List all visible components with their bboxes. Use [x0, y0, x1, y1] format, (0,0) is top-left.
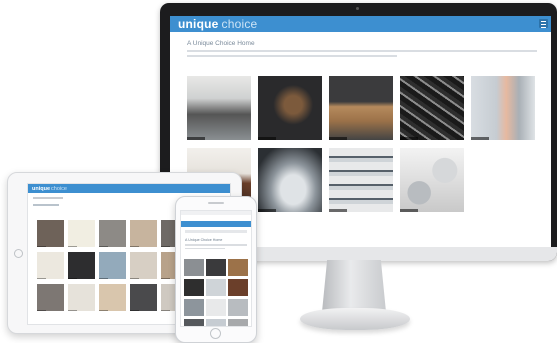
- breadcrumb: [33, 197, 63, 199]
- product-thumbnail[interactable]: [206, 319, 226, 326]
- tile-caption: [258, 137, 276, 140]
- camera-icon: [356, 7, 359, 10]
- status-bar: [181, 211, 251, 215]
- product-thumbnail[interactable]: [206, 279, 226, 296]
- tile-caption: [400, 137, 418, 140]
- sink-tile[interactable]: [258, 148, 322, 212]
- drawer-organizer-tile[interactable]: [258, 76, 322, 140]
- intro-text: [187, 50, 537, 52]
- worktop-tile[interactable]: [329, 76, 393, 140]
- home-button-icon: [14, 249, 23, 258]
- tile-caption: [187, 137, 205, 140]
- shelving-tile[interactable]: [329, 148, 393, 212]
- product-thumbnail[interactable]: [184, 279, 204, 296]
- color-swatch[interactable]: [130, 220, 157, 247]
- phone-header: [181, 221, 251, 227]
- phone-product-grid: [184, 259, 248, 326]
- product-thumbnail[interactable]: [206, 299, 226, 316]
- site-logo[interactable]: unique choice: [178, 17, 257, 31]
- product-thumbnail[interactable]: [228, 299, 248, 316]
- page-title: A Unique Choice Home: [187, 40, 255, 47]
- color-swatch[interactable]: [37, 220, 64, 247]
- product-thumbnail[interactable]: [228, 279, 248, 296]
- tile-caption: [329, 209, 347, 212]
- color-swatch[interactable]: [37, 284, 64, 311]
- phone-device: A Unique Choice Home: [175, 196, 257, 343]
- product-thumbnail[interactable]: [206, 259, 226, 276]
- home-button-icon[interactable]: [210, 328, 221, 339]
- swatch-grid: [37, 220, 188, 311]
- tile-caption: [471, 137, 489, 140]
- tablet-logo[interactable]: uniquechoice: [32, 186, 67, 192]
- monitor-stand: [322, 260, 386, 312]
- tablet-page-title: [33, 203, 59, 206]
- color-swatch[interactable]: [99, 252, 126, 279]
- tile-caption: [258, 209, 276, 212]
- product-thumbnail[interactable]: [184, 299, 204, 316]
- phone-page-title: A Unique Choice Home: [185, 238, 223, 242]
- color-swatch[interactable]: [130, 284, 157, 311]
- intro-text: [187, 55, 397, 57]
- kitchen-interior-tile[interactable]: [187, 76, 251, 140]
- monitor-base: [300, 308, 410, 330]
- cutlery-insert-tile[interactable]: [400, 76, 464, 140]
- hamburger-menu-icon[interactable]: [539, 19, 548, 28]
- product-thumbnail[interactable]: [228, 259, 248, 276]
- phone-intro-text: [185, 244, 247, 246]
- color-swatch[interactable]: [68, 252, 95, 279]
- tile-caption: [329, 137, 347, 140]
- phone-search-bar[interactable]: [185, 230, 247, 233]
- color-swatch[interactable]: [99, 284, 126, 311]
- color-swatch[interactable]: [130, 252, 157, 279]
- site-header: unique choice: [170, 16, 551, 32]
- color-swatch[interactable]: [68, 284, 95, 311]
- color-swatch[interactable]: [68, 220, 95, 247]
- tablet-header: uniquechoice: [28, 184, 230, 193]
- speaker-icon: [208, 202, 224, 204]
- product-thumbnail[interactable]: [184, 259, 204, 276]
- phone-intro-text: [185, 247, 225, 249]
- wall-cabinet-tile[interactable]: [471, 76, 535, 140]
- tile-caption: [400, 209, 418, 212]
- phone-screen: A Unique Choice Home: [180, 210, 252, 327]
- product-thumbnail[interactable]: [184, 319, 204, 326]
- product-thumbnail[interactable]: [228, 319, 248, 326]
- color-swatch[interactable]: [37, 252, 64, 279]
- color-swatch[interactable]: [99, 220, 126, 247]
- waste-bins-tile[interactable]: [400, 148, 464, 212]
